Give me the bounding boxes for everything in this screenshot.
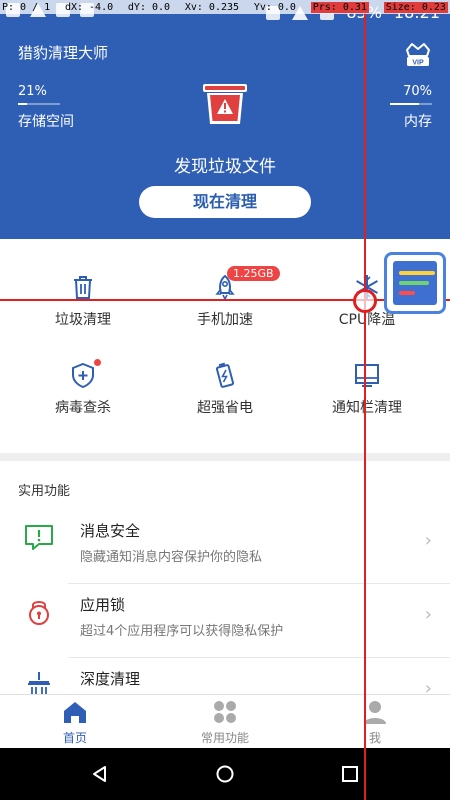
debug-size: Size: 0.23 xyxy=(383,1,448,13)
nav-common-functions[interactable]: 常用功能 xyxy=(150,699,300,746)
vip-label: VIP xyxy=(412,60,424,67)
widget-bar xyxy=(399,271,435,275)
virus-alert-dot xyxy=(94,359,101,366)
junk-found-headline: 发现垃圾文件 xyxy=(174,157,276,177)
pointer-touch-circle xyxy=(353,289,377,313)
notification-bar-icon xyxy=(353,361,381,389)
bottom-nav: 首页 常用功能 我 xyxy=(0,694,450,748)
nav-home[interactable]: 首页 xyxy=(0,699,150,746)
storage-percent: 21% xyxy=(18,84,47,99)
feature-grid: 垃圾清理 手机加速 1.25GB CPU降温 病毒查杀 超强省电 通知栏清理 xyxy=(0,239,450,453)
lock-icon xyxy=(24,596,54,626)
junk-trash-icon xyxy=(200,81,250,127)
boost-size-badge: 1.25GB xyxy=(227,266,280,281)
nav-profile[interactable]: 我 xyxy=(300,699,450,746)
memory-label: 内存 xyxy=(404,114,432,130)
memory-bar xyxy=(390,103,432,105)
battery-icon xyxy=(211,361,239,389)
debug-xv: Xv: 0.235 xyxy=(184,1,240,13)
practical-section-title: 实用功能 xyxy=(18,484,71,499)
feature-power-save[interactable]: 超强省电 xyxy=(150,361,300,451)
home-icon xyxy=(62,699,88,725)
apps-icon xyxy=(212,699,238,725)
feature-label: 垃圾清理 xyxy=(55,312,111,328)
trash-icon xyxy=(69,273,97,301)
feature-phone-boost[interactable]: 手机加速 xyxy=(150,273,300,363)
list-item-title: 消息安全 xyxy=(80,522,141,540)
feature-label: 超强省电 xyxy=(197,400,253,416)
list-item-title: 深度清理 xyxy=(80,670,141,688)
nav-label: 常用功能 xyxy=(200,731,249,745)
storage-bar-fill xyxy=(18,103,27,105)
header-panel: 猎豹清理大师 VIP 21% 存储空间 70% 内存 发现垃圾文件 现在清理 xyxy=(0,26,450,239)
floating-widget[interactable] xyxy=(384,252,446,314)
clean-now-button[interactable]: 现在清理 xyxy=(139,186,311,218)
memory-bar-fill xyxy=(390,103,420,105)
feature-label: 病毒查杀 xyxy=(55,400,111,416)
nav-label: 我 xyxy=(368,731,381,745)
list-item-app-lock[interactable]: 应用锁 超过4个应用程序可以获得隐私保护 › xyxy=(0,584,450,658)
pointer-crosshair-horizontal xyxy=(0,299,450,301)
debug-dy: dY: 0.0 xyxy=(127,1,171,13)
debug-dx: dX: -4.0 xyxy=(64,1,114,13)
debug-pointer-count: P: 0 / 1 xyxy=(2,1,51,13)
floating-widget-icon xyxy=(393,261,437,305)
recents-icon[interactable] xyxy=(340,764,360,788)
storage-stat[interactable]: 21% 存储空间 xyxy=(18,84,74,131)
list-item-message-security[interactable]: 消息安全 隐藏通知消息内容保护你的隐私 › xyxy=(0,510,450,584)
feature-junk-clean[interactable]: 垃圾清理 xyxy=(8,273,158,363)
debug-pressure: Prs: 0.31 xyxy=(310,1,369,13)
nav-label: 首页 xyxy=(62,731,87,745)
back-icon[interactable] xyxy=(90,764,110,788)
feature-virus-scan[interactable]: 病毒查杀 xyxy=(8,359,158,451)
list-item-title: 应用锁 xyxy=(80,596,126,614)
memory-stat[interactable]: 70% 内存 xyxy=(390,84,432,131)
widget-bar xyxy=(399,291,415,295)
section-divider xyxy=(0,453,450,461)
chevron-right-icon: › xyxy=(424,604,432,625)
pointer-crosshair-vertical xyxy=(364,0,366,800)
system-nav-bar xyxy=(0,748,450,800)
chevron-right-icon: › xyxy=(424,530,432,551)
feature-label: 通知栏清理 xyxy=(332,400,402,416)
widget-bar xyxy=(399,281,429,285)
home-circle-icon[interactable] xyxy=(215,764,235,788)
list-item-subtitle: 隐藏通知消息内容保护你的隐私 xyxy=(80,550,263,565)
storage-bar xyxy=(18,103,60,105)
vip-crown-icon[interactable]: VIP xyxy=(404,38,432,68)
shield-icon xyxy=(69,359,101,389)
memory-percent: 70% xyxy=(403,84,432,99)
pointer-debug-bar: P: 0 / 1 dX: -4.0 dY: 0.0 Xv: 0.235 Yv: … xyxy=(0,0,450,14)
app-title: 猎豹清理大师 xyxy=(18,44,109,62)
feature-notification-clean[interactable]: 通知栏清理 xyxy=(292,361,442,451)
feature-label: 手机加速 xyxy=(197,312,253,328)
list-item-subtitle: 超过4个应用程序可以获得隐私保护 xyxy=(80,624,284,639)
message-shield-icon xyxy=(24,522,54,552)
debug-yv: Yv: 0.0 xyxy=(253,1,296,13)
storage-label: 存储空间 xyxy=(18,114,74,130)
